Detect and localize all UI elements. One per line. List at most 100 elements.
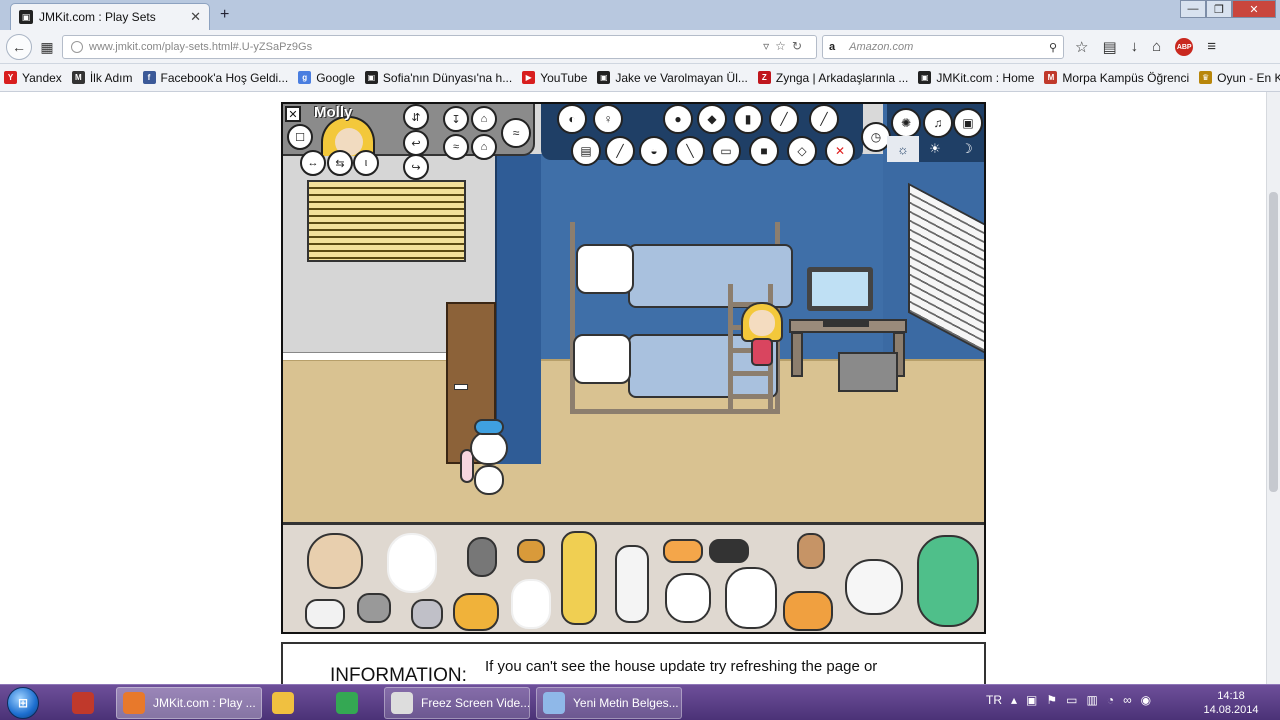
rotate-left-icon[interactable]: ↧ [443,106,469,132]
panda-item[interactable] [845,559,903,615]
screenshot-icon[interactable]: ▣ [953,108,983,138]
penguin-item[interactable] [467,537,497,577]
taskbar-button[interactable] [266,687,320,719]
move-up-icon[interactable]: ⌂ [471,134,497,160]
squirrel-item[interactable] [517,539,545,563]
home-icon[interactable]: ⌂ [1152,38,1161,56]
reload-icon[interactable]: ▿☆↻ [763,39,808,53]
app-tray-icon[interactable]: ▣ [1026,693,1037,707]
mic-icon[interactable]: ◒ [639,136,669,166]
taskbar-button[interactable] [330,687,374,719]
toggle-icon[interactable]: ☐ [287,124,313,150]
computer-monitor[interactable] [807,267,873,311]
volume-icon[interactable]: ◔ [1107,693,1114,707]
fox-item[interactable] [783,591,833,631]
browser-tab[interactable]: ▣ JMKit.com : Play Sets ✕ [10,3,210,30]
tray-arrow-icon[interactable]: ▴ [1011,693,1017,707]
balloon-icon[interactable]: ◐ [557,104,587,134]
sit-icon[interactable]: ↩ [403,130,429,156]
play-set-game[interactable]: ✕ Molly ☐ ↔ ⇆ ι ⇵ ↩ ↪ ↧ ⌂ ≈ ⌂ ≈ ◐ ♀ ● ◆ … [281,102,986,634]
bookmark-item[interactable]: ♛ Oyun - En Kral Oyunla... [1199,71,1280,85]
grid-icon[interactable]: ▦ [34,34,60,60]
maximize-button[interactable]: ❐ [1206,0,1232,18]
remove-item-icon[interactable]: ✕ [825,136,855,166]
stick-icon[interactable]: ╱ [769,104,799,134]
bunny-plush-item[interactable] [307,533,363,589]
taskbar-button[interactable]: Yeni Metin Belges... [536,687,682,719]
molly-character[interactable] [741,302,783,368]
bookmark-star-icon[interactable]: ☆ [1075,38,1088,56]
grey-cat-item[interactable] [357,593,391,623]
book-icon[interactable]: ▤ [571,136,601,166]
wand-icon[interactable]: ╱ [809,104,839,134]
polar-bear-item[interactable] [665,573,711,623]
close-character-icon[interactable]: ✕ [285,106,301,122]
black-cat-item[interactable] [709,539,749,563]
effects-icon[interactable]: ✺ [891,108,921,138]
puppy-item[interactable] [305,599,345,629]
security-icon[interactable]: ◉ [1141,693,1151,707]
moon-icon[interactable]: ☽ [951,136,983,162]
adblock-icon[interactable]: ABP [1175,38,1194,56]
dinosaur-item[interactable] [917,535,979,627]
kite-icon[interactable]: ◆ [697,104,727,134]
taskbar-button[interactable]: JMKit.com : Play ... [116,687,262,719]
reading-list-icon[interactable]: ▤ [1102,38,1116,56]
expression-icon[interactable]: ↔ [300,150,326,176]
water-icon[interactable]: ≈ [501,118,531,148]
screen-icon[interactable]: ▭ [1066,693,1077,707]
bookmark-item[interactable]: ▶ YouTube [522,71,587,85]
taskbar-button[interactable]: Freez Screen Vide... [384,687,530,719]
bookmark-item[interactable]: Z Zynga | Arkadaşlarınla ... [757,71,908,85]
bookmark-item[interactable]: M İlk Adım [71,71,133,85]
white-bear-item[interactable] [725,567,777,629]
close-window-button[interactable]: ✕ [1232,0,1276,18]
move-down-icon[interactable]: ≈ [443,134,469,160]
menu-icon[interactable]: ≡ [1207,38,1216,56]
eraser-icon[interactable]: ◇ [787,136,817,166]
phone-icon[interactable]: ▮ [733,104,763,134]
kitten-item[interactable] [411,599,443,629]
search-icon[interactable]: ⚲ [1049,41,1057,54]
music-icon[interactable]: ♫ [923,108,953,138]
start-button[interactable]: ⊞ [7,687,39,719]
bookmark-item[interactable]: f Facebook'a Hoş Geldi... [142,71,288,85]
rotate-right-icon[interactable]: ⌂ [471,106,497,132]
giraffe-item[interactable] [561,531,597,625]
camera-icon[interactable]: ▭ [711,136,741,166]
search-bar[interactable]: a Amazon.com ⚲ [822,35,1064,59]
bookmark-item[interactable]: Y Yandex [4,71,62,85]
bookmark-item[interactable]: g Google [298,71,355,85]
minimize-button[interactable]: — [1180,0,1206,18]
sun-icon[interactable]: ☀ [919,136,951,162]
bookmark-item[interactable]: M Morpa Kampüs Öğrenci [1044,71,1189,85]
ghost-item[interactable] [387,533,437,593]
bunny-plush[interactable] [458,419,518,499]
bedroom-scene[interactable]: ✕ Molly ☐ ↔ ⇆ ι ⇵ ↩ ↪ ↧ ⌂ ≈ ⌂ ≈ ◐ ♀ ● ◆ … [283,104,984,522]
pose-icon[interactable]: ⇵ [403,104,429,130]
ball-icon[interactable]: ● [663,104,693,134]
sunrise-icon[interactable]: ☼ [887,136,919,162]
network-icon[interactable]: ▥ [1086,693,1097,707]
link-icon[interactable]: ∞ [1123,693,1132,707]
lie-icon[interactable]: ↪ [403,154,429,180]
ghost-item[interactable] [511,579,551,629]
scrollbar-thumb[interactable] [1269,192,1278,492]
language-indicator[interactable]: TR [986,693,1002,707]
teddy-bear-item[interactable] [797,533,825,569]
page-scrollbar[interactable] [1266,92,1280,684]
mirror-icon[interactable]: ♀ [593,104,623,134]
back-button[interactable]: ← [6,34,32,60]
flag-icon[interactable]: ⚑ [1046,693,1057,707]
cat-item[interactable] [663,539,703,563]
new-tab-button[interactable]: + [220,6,229,24]
bookmark-item[interactable]: ▣ Jake ve Varolmayan Ül... [597,71,748,85]
expression-icon[interactable]: ⇆ [327,150,353,176]
zebra-item[interactable] [615,545,649,623]
bookmark-item[interactable]: ▣ JMKit.com : Home [918,71,1034,85]
dog-item[interactable] [453,593,499,631]
taskbar-button[interactable] [66,687,106,719]
url-bar[interactable]: www.jmkit.com/play-sets.html#.U-yZSaPz9G… [62,35,817,59]
bookmark-item[interactable]: ▣ Sofia'nın Dünyası'na h... [364,71,512,85]
pencil-icon[interactable]: ╱ [605,136,635,166]
